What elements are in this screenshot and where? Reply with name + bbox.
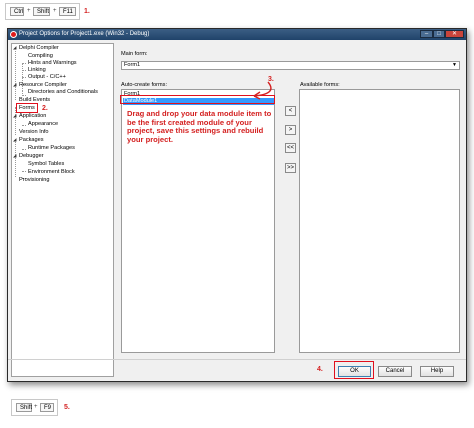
tree-item-runtime-packages[interactable]: Runtime Packages bbox=[28, 145, 75, 151]
tree-item-provisioning[interactable]: Provisioning bbox=[19, 177, 49, 183]
ok-highlight-box bbox=[334, 361, 374, 379]
help-button[interactable]: Help bbox=[420, 366, 454, 377]
forms-highlight-box bbox=[16, 103, 38, 113]
tree-item-symbol-tables[interactable]: Symbol Tables bbox=[28, 161, 64, 167]
window-title: Project Options for Project1.exe (Win32 … bbox=[19, 31, 150, 37]
step-1-label: 1. bbox=[84, 8, 90, 15]
expand-arrow-icon[interactable]: ◢ bbox=[13, 82, 16, 88]
tree-item-debugger[interactable]: Debugger bbox=[19, 153, 44, 159]
available-forms-label: Available forms: bbox=[300, 82, 340, 88]
key-f9: F9 bbox=[40, 403, 54, 412]
tree-item-directories-and-conditionals[interactable]: Directories and Conditionals bbox=[28, 89, 98, 95]
tree-item-appearance[interactable]: Appearance bbox=[28, 121, 58, 127]
key-f11: F11 bbox=[59, 7, 76, 16]
tree-item-resource-compiler[interactable]: Resource Compiler bbox=[19, 82, 67, 88]
tree-item-version-info[interactable]: Version Info bbox=[19, 129, 49, 135]
tree-item-output-c[interactable]: Output - C/C++ bbox=[28, 74, 66, 80]
separator bbox=[8, 359, 466, 360]
options-tree[interactable]: ◢ Delphi Compiler Compiling Hints and Wa… bbox=[11, 43, 114, 377]
tree-item-environment-block[interactable]: Environment Block bbox=[28, 169, 75, 175]
move-all-right-button[interactable]: >> bbox=[285, 163, 296, 173]
plus-sign: + bbox=[34, 404, 38, 410]
tree-item-compiling[interactable]: Compiling bbox=[28, 53, 53, 59]
close-button[interactable]: ✕ bbox=[445, 30, 464, 38]
auto-create-forms-label: Auto-create forms: bbox=[121, 82, 168, 88]
expand-arrow-icon[interactable]: ◢ bbox=[13, 113, 16, 119]
key-shift: Shift bbox=[33, 7, 50, 16]
plus-sign: + bbox=[27, 8, 31, 14]
expand-arrow-icon[interactable]: ◢ bbox=[13, 137, 16, 143]
tree-item-linking[interactable]: Linking bbox=[28, 67, 46, 73]
chevron-down-icon: ▼ bbox=[452, 62, 457, 68]
instruction-note: Drag and drop your data module item to b… bbox=[127, 109, 272, 144]
title-bar: Project Options for Project1.exe (Win32 … bbox=[8, 29, 466, 40]
expand-arrow-icon[interactable]: ◢ bbox=[13, 153, 16, 159]
cancel-button[interactable]: Cancel bbox=[378, 366, 412, 377]
step-5-label: 5. bbox=[64, 404, 70, 411]
move-all-left-button[interactable]: << bbox=[285, 143, 296, 153]
available-forms-list[interactable] bbox=[299, 89, 460, 353]
expand-arrow-icon[interactable]: ◢ bbox=[13, 45, 16, 51]
main-form-label: Main form: bbox=[121, 51, 148, 57]
app-icon bbox=[10, 31, 17, 38]
tree-item-packages[interactable]: Packages bbox=[19, 137, 44, 143]
minimize-button[interactable]: – bbox=[420, 30, 433, 38]
shortcut-ctrl-shift-f11: Ctrl + Shift + F11 bbox=[5, 3, 80, 20]
main-form-select[interactable]: Form1 ▼ bbox=[121, 61, 460, 70]
main-form-value: Form1 bbox=[124, 62, 141, 68]
shortcut-shift-f9: Shift + F9 bbox=[11, 399, 58, 416]
key-ctrl: Ctrl bbox=[10, 7, 24, 16]
project-options-dialog: Project Options for Project1.exe (Win32 … bbox=[7, 28, 467, 382]
tree-item-hints-and-warnings[interactable]: Hints and Warnings bbox=[28, 60, 77, 66]
curved-arrow-icon bbox=[253, 81, 272, 100]
tree-item-delphi-compiler[interactable]: Delphi Compiler bbox=[19, 45, 59, 51]
maximize-button[interactable]: □ bbox=[433, 30, 445, 38]
key-shift: Shift bbox=[16, 403, 32, 412]
move-right-button[interactable]: > bbox=[285, 125, 296, 135]
plus-sign: + bbox=[53, 8, 57, 14]
step-4-label: 4. bbox=[317, 366, 323, 373]
move-left-button[interactable]: < bbox=[285, 106, 296, 116]
tree-item-application[interactable]: Application bbox=[19, 113, 46, 119]
step-2-label: 2. bbox=[42, 105, 48, 112]
